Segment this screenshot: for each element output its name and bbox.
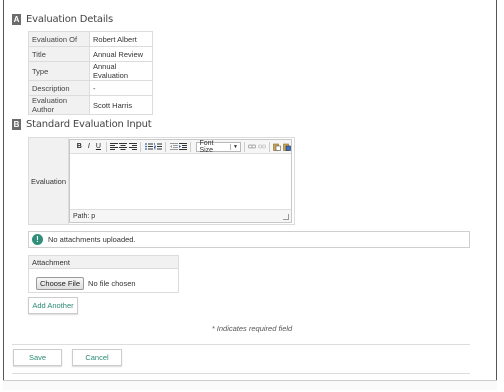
section-letter-badge: B bbox=[12, 119, 21, 130]
detail-value: Robert Albert bbox=[89, 31, 153, 47]
choose-file-button[interactable]: Choose File bbox=[36, 276, 85, 290]
detail-label: Evaluation Author bbox=[28, 95, 90, 115]
detail-label: Title bbox=[28, 46, 90, 62]
divider bbox=[12, 373, 470, 374]
attachments-notice: ! No attachments uploaded. bbox=[28, 231, 470, 248]
file-status: No file chosen bbox=[88, 278, 136, 288]
align-right-icon[interactable] bbox=[129, 142, 138, 151]
toolbar-divider bbox=[269, 141, 270, 152]
detail-label: Type bbox=[28, 61, 90, 81]
section-b-header: B Standard Evaluation Input bbox=[12, 119, 152, 130]
evaluation-details-table: Evaluation Of Robert Albert Title Annual… bbox=[28, 31, 153, 115]
table-row: Type Annual Evaluation bbox=[28, 61, 153, 81]
table-row: Evaluation Of Robert Albert bbox=[28, 31, 153, 47]
toolbar-divider bbox=[165, 141, 167, 152]
toolbar-divider bbox=[243, 141, 245, 152]
outdent-icon[interactable] bbox=[169, 142, 178, 151]
file-input: Choose File No file chosen bbox=[29, 269, 178, 292]
detail-value: Scott Harris bbox=[89, 95, 153, 115]
link-icon[interactable] bbox=[248, 142, 257, 151]
section-a-header: A Evaluation Details bbox=[12, 14, 113, 25]
save-button[interactable]: Save bbox=[13, 349, 62, 366]
notice-text: No attachments uploaded. bbox=[48, 235, 136, 244]
attachment-label: Attachment bbox=[29, 256, 178, 269]
editor-toolbar: B I U Font Size ▼ bbox=[70, 140, 291, 154]
resize-handle-icon[interactable] bbox=[283, 214, 289, 220]
editor-status-bar: Path: p bbox=[70, 209, 291, 222]
align-left-icon[interactable] bbox=[109, 142, 119, 151]
table-row: Evaluation Author Scott Harris bbox=[28, 95, 153, 115]
editor-path: Path: p bbox=[73, 212, 96, 220]
paste-word-icon[interactable] bbox=[283, 142, 292, 151]
font-size-label: Font Size bbox=[199, 139, 214, 154]
horizontal-scrollbar[interactable] bbox=[3, 380, 497, 390]
indent-icon[interactable] bbox=[179, 142, 188, 151]
detail-label: Evaluation Of bbox=[28, 31, 90, 47]
toolbar-divider bbox=[140, 141, 142, 152]
detail-value: Annual Evaluation bbox=[89, 61, 153, 81]
bold-button[interactable]: B bbox=[75, 142, 84, 151]
section-title: Standard Evaluation Input bbox=[26, 119, 152, 130]
editor-text-area[interactable] bbox=[70, 154, 291, 209]
attachment-field: Attachment Choose File No file chosen bbox=[28, 255, 179, 293]
bullet-list-icon[interactable] bbox=[144, 142, 153, 151]
section-letter-badge: A bbox=[12, 14, 21, 25]
detail-label: Description bbox=[28, 80, 90, 96]
chevron-down-icon: ▼ bbox=[230, 143, 238, 150]
underline-button[interactable]: U bbox=[94, 142, 103, 151]
add-another-button[interactable]: Add Another bbox=[28, 297, 78, 314]
cancel-button[interactable]: Cancel bbox=[72, 349, 122, 366]
unlink-icon[interactable] bbox=[257, 142, 266, 151]
divider bbox=[12, 344, 470, 345]
section-title: Evaluation Details bbox=[26, 14, 114, 25]
toolbar-divider bbox=[105, 141, 107, 152]
font-size-select[interactable]: Font Size ▼ bbox=[196, 139, 241, 154]
detail-value: - bbox=[89, 80, 153, 96]
italic-button[interactable]: I bbox=[85, 142, 94, 151]
info-icon: ! bbox=[32, 234, 43, 245]
detail-value: Annual Review bbox=[89, 46, 153, 62]
table-row: Description - bbox=[28, 80, 153, 96]
align-center-icon[interactable] bbox=[119, 142, 128, 151]
table-row: Title Annual Review bbox=[28, 46, 153, 62]
rich-text-editor: B I U Font Size ▼ Path: p bbox=[69, 139, 292, 223]
required-field-note: * Indicates required field bbox=[211, 324, 293, 333]
toolbar-divider bbox=[190, 141, 192, 152]
paste-icon[interactable] bbox=[273, 142, 282, 151]
evaluation-label: Evaluation bbox=[29, 138, 69, 224]
numbered-list-icon[interactable] bbox=[154, 142, 163, 151]
